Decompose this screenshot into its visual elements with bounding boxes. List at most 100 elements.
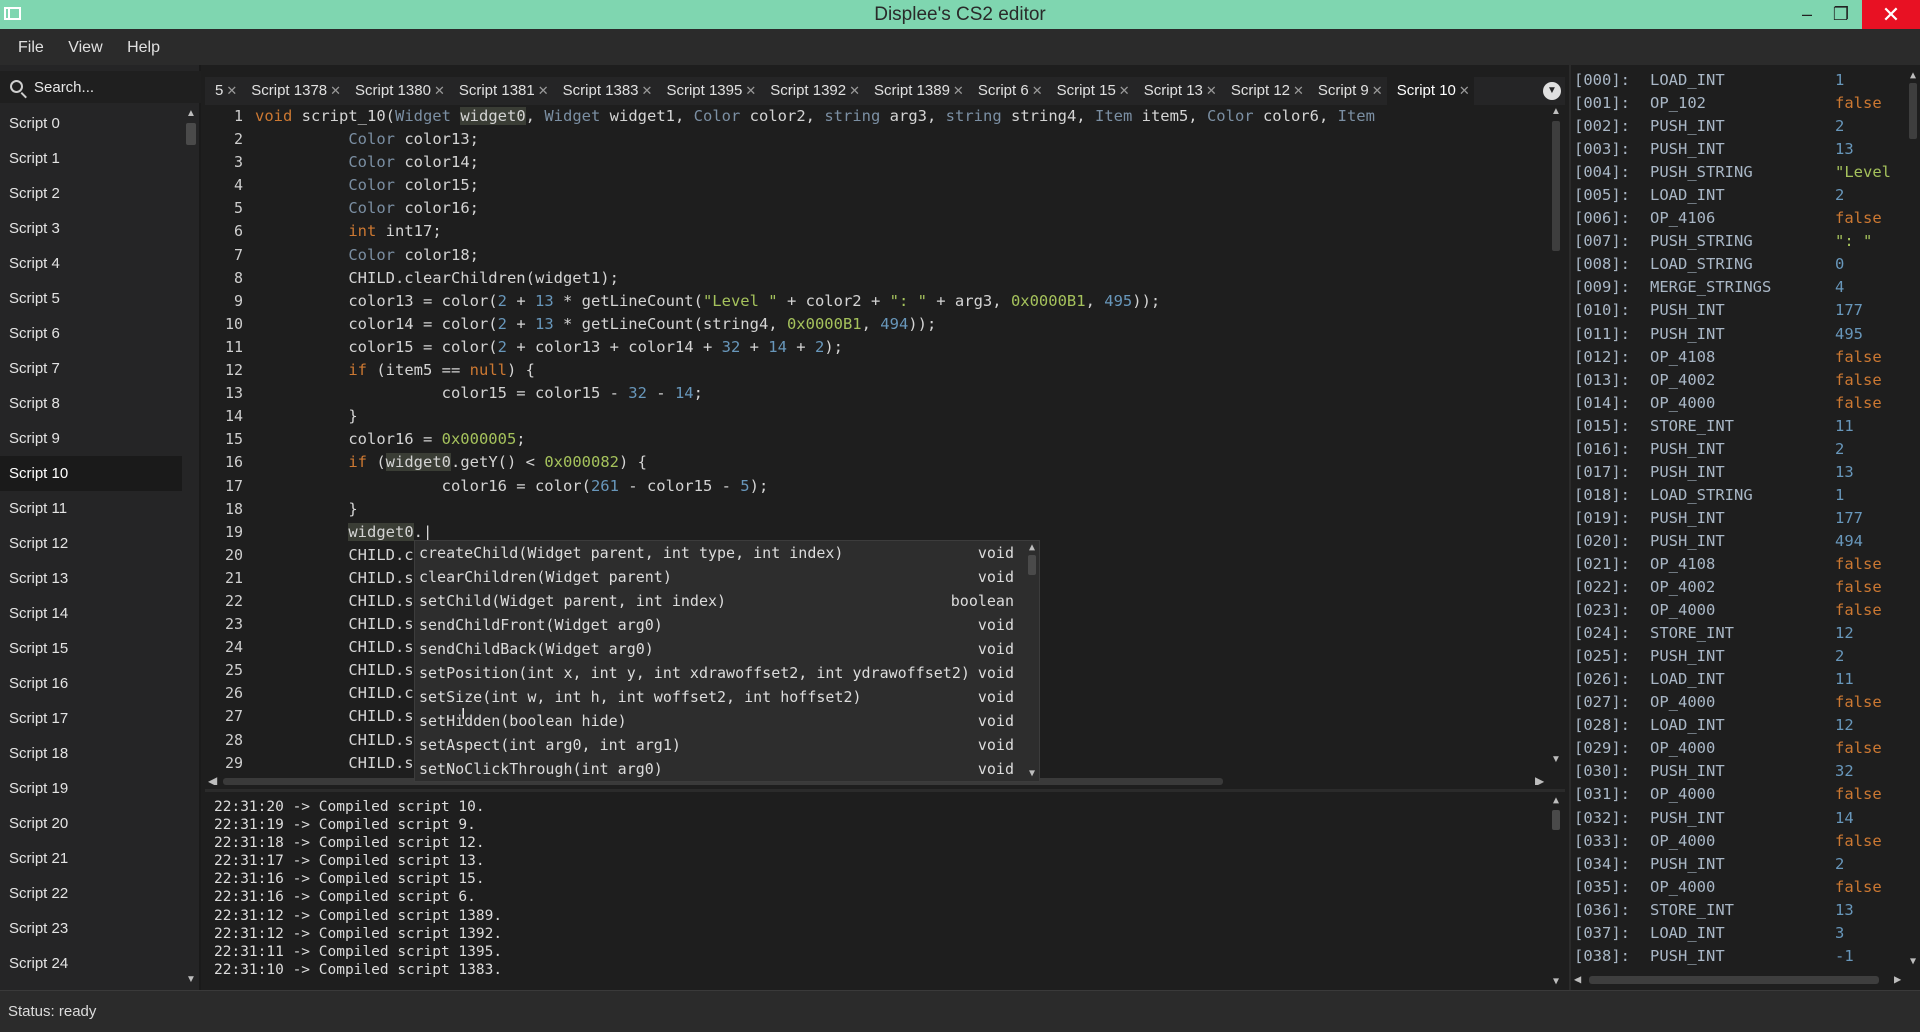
- script-list-item[interactable]: Script 8: [0, 386, 182, 421]
- close-icon[interactable]: ✕: [1293, 83, 1304, 98]
- autocomplete-item[interactable]: setAspect(int arg0, int arg1) void: [415, 733, 1039, 757]
- scroll-left-icon[interactable]: ◀: [208, 774, 217, 785]
- script-list-item[interactable]: Script 5: [0, 281, 182, 316]
- scroll-thumb[interactable]: [1552, 810, 1560, 830]
- close-icon[interactable]: ✕: [642, 83, 653, 98]
- close-icon[interactable]: ✕: [745, 83, 756, 98]
- tab-script[interactable]: Script 15 ✕: [1047, 77, 1134, 105]
- chevron-down-icon[interactable]: ▼: [1543, 82, 1561, 100]
- script-list-item[interactable]: Script 22: [0, 876, 182, 911]
- script-list-item[interactable]: Script 18: [0, 736, 182, 771]
- tab-script[interactable]: Script 12 ✕: [1221, 77, 1308, 105]
- scroll-down-icon[interactable]: ▼: [1908, 957, 1918, 967]
- tab-script[interactable]: Script 1389 ✕: [864, 77, 968, 105]
- search-input[interactable]: [34, 75, 194, 99]
- script-list-item[interactable]: Script 4: [0, 246, 182, 281]
- menu-file[interactable]: File: [0, 29, 54, 65]
- script-list-item[interactable]: Script 14: [0, 596, 182, 631]
- close-icon[interactable]: ✕: [953, 83, 964, 98]
- bytecode-scrollbar[interactable]: ▲ ▼: [1906, 69, 1920, 969]
- menu-view[interactable]: View: [58, 29, 112, 65]
- close-icon[interactable]: ✕: [1119, 83, 1130, 98]
- script-list-item[interactable]: Script 15: [0, 631, 182, 666]
- script-list-item[interactable]: Script 16: [0, 666, 182, 701]
- scroll-right-icon[interactable]: ▶: [1894, 972, 1901, 986]
- scroll-thumb[interactable]: [1028, 555, 1036, 575]
- tab-script[interactable]: Script 9 ✕: [1308, 77, 1387, 105]
- close-icon[interactable]: ✕: [330, 83, 341, 98]
- close-icon[interactable]: ✕: [1372, 83, 1383, 98]
- autocomplete-item[interactable]: setPosition(int x, int y, int xdrawoffse…: [415, 661, 1039, 685]
- code-token: ;: [693, 384, 703, 403]
- close-icon[interactable]: ✕: [1459, 83, 1470, 98]
- tab-script[interactable]: Script 13 ✕: [1134, 77, 1221, 105]
- script-list-item[interactable]: Script 9: [0, 421, 182, 456]
- close-icon[interactable]: ✕: [849, 83, 860, 98]
- editor-scrollbar[interactable]: ▲ ▼: [1549, 105, 1563, 765]
- script-list-item[interactable]: Script 0: [0, 106, 182, 141]
- tab-script[interactable]: Script 1383 ✕: [553, 77, 657, 105]
- close-icon[interactable]: ✕: [1032, 83, 1043, 98]
- autocomplete-item[interactable]: setSize(int w, int h, int woffset2, int …: [415, 685, 1039, 709]
- scroll-left-icon[interactable]: ◀: [1574, 972, 1581, 986]
- script-list-item[interactable]: Script 23: [0, 911, 182, 946]
- maximize-button[interactable]: ❐: [1818, 0, 1864, 29]
- script-list-item[interactable]: Script 11: [0, 491, 182, 526]
- script-list-item[interactable]: Script 1: [0, 141, 182, 176]
- script-list-item[interactable]: Script 17: [0, 701, 182, 736]
- scroll-right-icon[interactable]: ▶: [1535, 774, 1544, 785]
- scroll-thumb[interactable]: [1552, 121, 1560, 251]
- tab-script[interactable]: 5 ✕: [205, 77, 241, 105]
- script-list-item[interactable]: Script 24: [0, 946, 182, 981]
- tab-script[interactable]: Script 1381 ✕: [449, 77, 553, 105]
- autocomplete-item[interactable]: setHidden(boolean hide) void: [415, 709, 1039, 733]
- scroll-thumb[interactable]: [186, 123, 196, 145]
- autocomplete-item[interactable]: createChild(Widget parent, int type, int…: [415, 541, 1039, 565]
- script-list-item[interactable]: Script 2: [0, 176, 182, 211]
- autocomplete-item[interactable]: sendChildFront(Widget arg0) void: [415, 613, 1039, 637]
- scroll-down-icon[interactable]: ▼: [1027, 769, 1037, 779]
- close-icon[interactable]: ✕: [1206, 83, 1217, 98]
- close-icon[interactable]: ✕: [434, 83, 445, 98]
- tab-script[interactable]: Script 1392 ✕: [760, 77, 864, 105]
- autocomplete-item[interactable]: setNoClickThrough(int arg0) void: [415, 757, 1039, 781]
- script-list-item[interactable]: Script 21: [0, 841, 182, 876]
- autocomplete-item[interactable]: setChild(Widget parent, int index) boolea…: [415, 589, 1039, 613]
- script-list-item[interactable]: Script 10: [0, 456, 182, 491]
- scroll-thumb[interactable]: [1589, 976, 1879, 984]
- bytecode-value: 12: [1835, 624, 1854, 643]
- tab-script[interactable]: Script 1380 ✕: [345, 77, 449, 105]
- script-list-item[interactable]: Script 7: [0, 351, 182, 386]
- script-list-item[interactable]: Script 13: [0, 561, 182, 596]
- log-scrollbar[interactable]: ▲ ▼: [1549, 794, 1563, 989]
- menu-help[interactable]: Help: [117, 29, 170, 65]
- script-list-item[interactable]: Script 20: [0, 806, 182, 841]
- script-list-item[interactable]: Script 19: [0, 771, 182, 806]
- tab-script[interactable]: Script 1378 ✕: [241, 77, 345, 105]
- bytecode-row: [014]: OP_4000 false: [1574, 392, 1904, 415]
- scroll-up-icon[interactable]: ▲: [1908, 71, 1918, 81]
- close-button[interactable]: ✕: [1862, 0, 1920, 29]
- scroll-thumb[interactable]: [1909, 83, 1917, 139]
- close-icon[interactable]: ✕: [226, 83, 237, 98]
- autocomplete-item[interactable]: sendChildBack(Widget arg0) void: [415, 637, 1039, 661]
- scroll-up-icon[interactable]: ▲: [186, 109, 196, 119]
- script-list-item[interactable]: Script 3: [0, 211, 182, 246]
- code-token: (item5 ==: [367, 361, 470, 380]
- scroll-up-icon[interactable]: ▲: [1551, 107, 1561, 117]
- tab-script[interactable]: Script 10 ✕: [1386, 77, 1474, 105]
- tab-script[interactable]: Script 1395 ✕: [656, 77, 760, 105]
- bytecode-hscrollbar[interactable]: ◀ ▶: [1571, 972, 1906, 986]
- script-list-item[interactable]: Script 6: [0, 316, 182, 351]
- autocomplete-scrollbar[interactable]: ▲ ▼: [1025, 541, 1039, 781]
- scroll-up-icon[interactable]: ▲: [1551, 796, 1561, 806]
- close-icon[interactable]: ✕: [538, 83, 549, 98]
- scroll-down-icon[interactable]: ▼: [1551, 977, 1561, 987]
- tab-script[interactable]: Script 6 ✕: [968, 77, 1047, 105]
- scroll-up-icon[interactable]: ▲: [1027, 543, 1037, 553]
- scroll-down-icon[interactable]: ▼: [1551, 755, 1561, 765]
- autocomplete-item[interactable]: clearChildren(Widget parent) void: [415, 565, 1039, 589]
- scroll-down-icon[interactable]: ▼: [186, 975, 196, 985]
- sidebar-scrollbar[interactable]: ▲ ▼: [184, 107, 198, 987]
- script-list-item[interactable]: Script 12: [0, 526, 182, 561]
